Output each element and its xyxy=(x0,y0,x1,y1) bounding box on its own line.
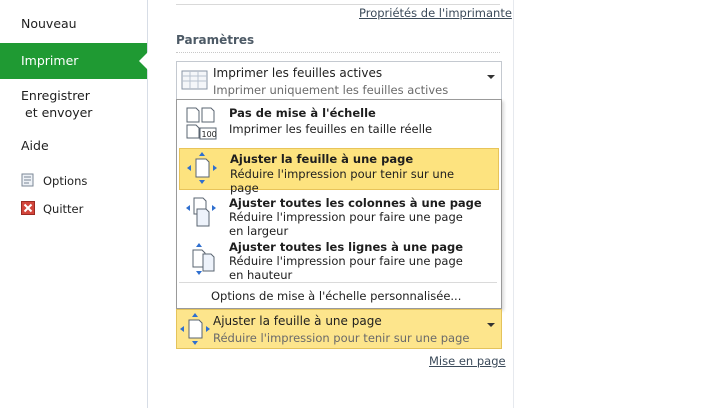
fit-sheet-icon xyxy=(179,312,211,346)
nav-item-aide[interactable]: Aide xyxy=(0,134,147,158)
printer-properties-link[interactable]: Propriétés de l'imprimante xyxy=(359,6,512,20)
no-scaling-icon: 100 xyxy=(185,106,217,140)
close-icon xyxy=(21,201,35,215)
chevron-down-icon xyxy=(487,323,495,327)
nav-item-label: et envoyer xyxy=(25,105,93,120)
fit-sheet-icon xyxy=(186,151,218,185)
page-setup-link[interactable]: Mise en page xyxy=(429,354,506,368)
scaling-value: Ajuster la feuille à une page xyxy=(213,314,382,328)
chevron-down-icon xyxy=(487,75,495,79)
nav-item-enregistrer-envoyer[interactable]: Enregistrer et envoyer xyxy=(0,84,147,124)
nav-item-quitter[interactable]: Quitter xyxy=(0,198,147,218)
menu-item-description: Imprimer les feuilles en taille réelle xyxy=(229,122,433,136)
print-what-dropdown[interactable]: Imprimer les feuilles actives Imprimer u… xyxy=(176,61,502,101)
nav-item-imprimer[interactable]: Imprimer xyxy=(0,43,148,79)
scaling-dropdown[interactable]: Ajuster la feuille à une page Réduire l'… xyxy=(176,309,502,349)
nav-item-options[interactable]: Options xyxy=(0,170,147,190)
nav-item-label: Nouveau xyxy=(21,16,77,31)
preview-divider xyxy=(513,0,514,408)
print-what-value: Imprimer les feuilles actives xyxy=(213,66,383,80)
nav-item-nouveau[interactable]: Nouveau xyxy=(0,8,147,38)
options-icon xyxy=(21,173,35,187)
menu-item-description: Réduire l'impression pour tenir sur une … xyxy=(230,167,455,195)
menu-item-title: Ajuster toutes les lignes à une page xyxy=(229,240,464,254)
menu-divider xyxy=(179,282,497,283)
printer-box-edge xyxy=(176,0,500,5)
fit-columns-icon xyxy=(185,196,217,230)
menu-item-fit-sheet[interactable]: Ajuster la feuille à une page Réduire l'… xyxy=(179,148,499,195)
menu-item-title: Pas de mise à l'échelle xyxy=(229,106,376,120)
menu-item-description: Réduire l'impression pour faire une page… xyxy=(229,210,463,238)
menu-item-fit-rows[interactable]: Ajuster toutes les lignes à une page Réd… xyxy=(179,238,497,282)
print-what-description: Imprimer uniquement les feuilles actives xyxy=(213,83,449,97)
nav-item-label: Imprimer xyxy=(21,53,79,68)
nav-item-label: Aide xyxy=(21,138,49,153)
section-divider xyxy=(176,52,500,53)
scaling-menu: 100 Pas de mise à l'échelle Imprimer les… xyxy=(176,99,502,309)
nav-item-label: Enregistrer xyxy=(21,88,90,103)
menu-item-title: Ajuster la feuille à une page xyxy=(230,152,414,166)
nav-item-label: Options xyxy=(43,174,88,188)
settings-title: Paramètres xyxy=(176,33,255,47)
sheets-icon xyxy=(181,68,209,92)
scale-badge: 100 xyxy=(202,130,217,139)
menu-item-no-scaling[interactable]: 100 Pas de mise à l'échelle Imprimer les… xyxy=(179,102,497,144)
menu-item-description: Réduire l'impression pour faire une page… xyxy=(229,254,463,282)
menu-item-fit-columns[interactable]: Ajuster toutes les colonnes à une page R… xyxy=(179,192,497,238)
fit-rows-icon xyxy=(185,242,217,276)
scaling-description: Réduire l'impression pour tenir sur une … xyxy=(213,331,470,345)
custom-scaling-options[interactable]: Options de mise à l'échelle personnalisé… xyxy=(211,289,461,303)
menu-item-title: Ajuster toutes les colonnes à une page xyxy=(229,196,482,210)
backstage-nav: Nouveau Imprimer Enregistrer et envoyer … xyxy=(0,0,148,408)
nav-item-label: Quitter xyxy=(43,202,84,216)
